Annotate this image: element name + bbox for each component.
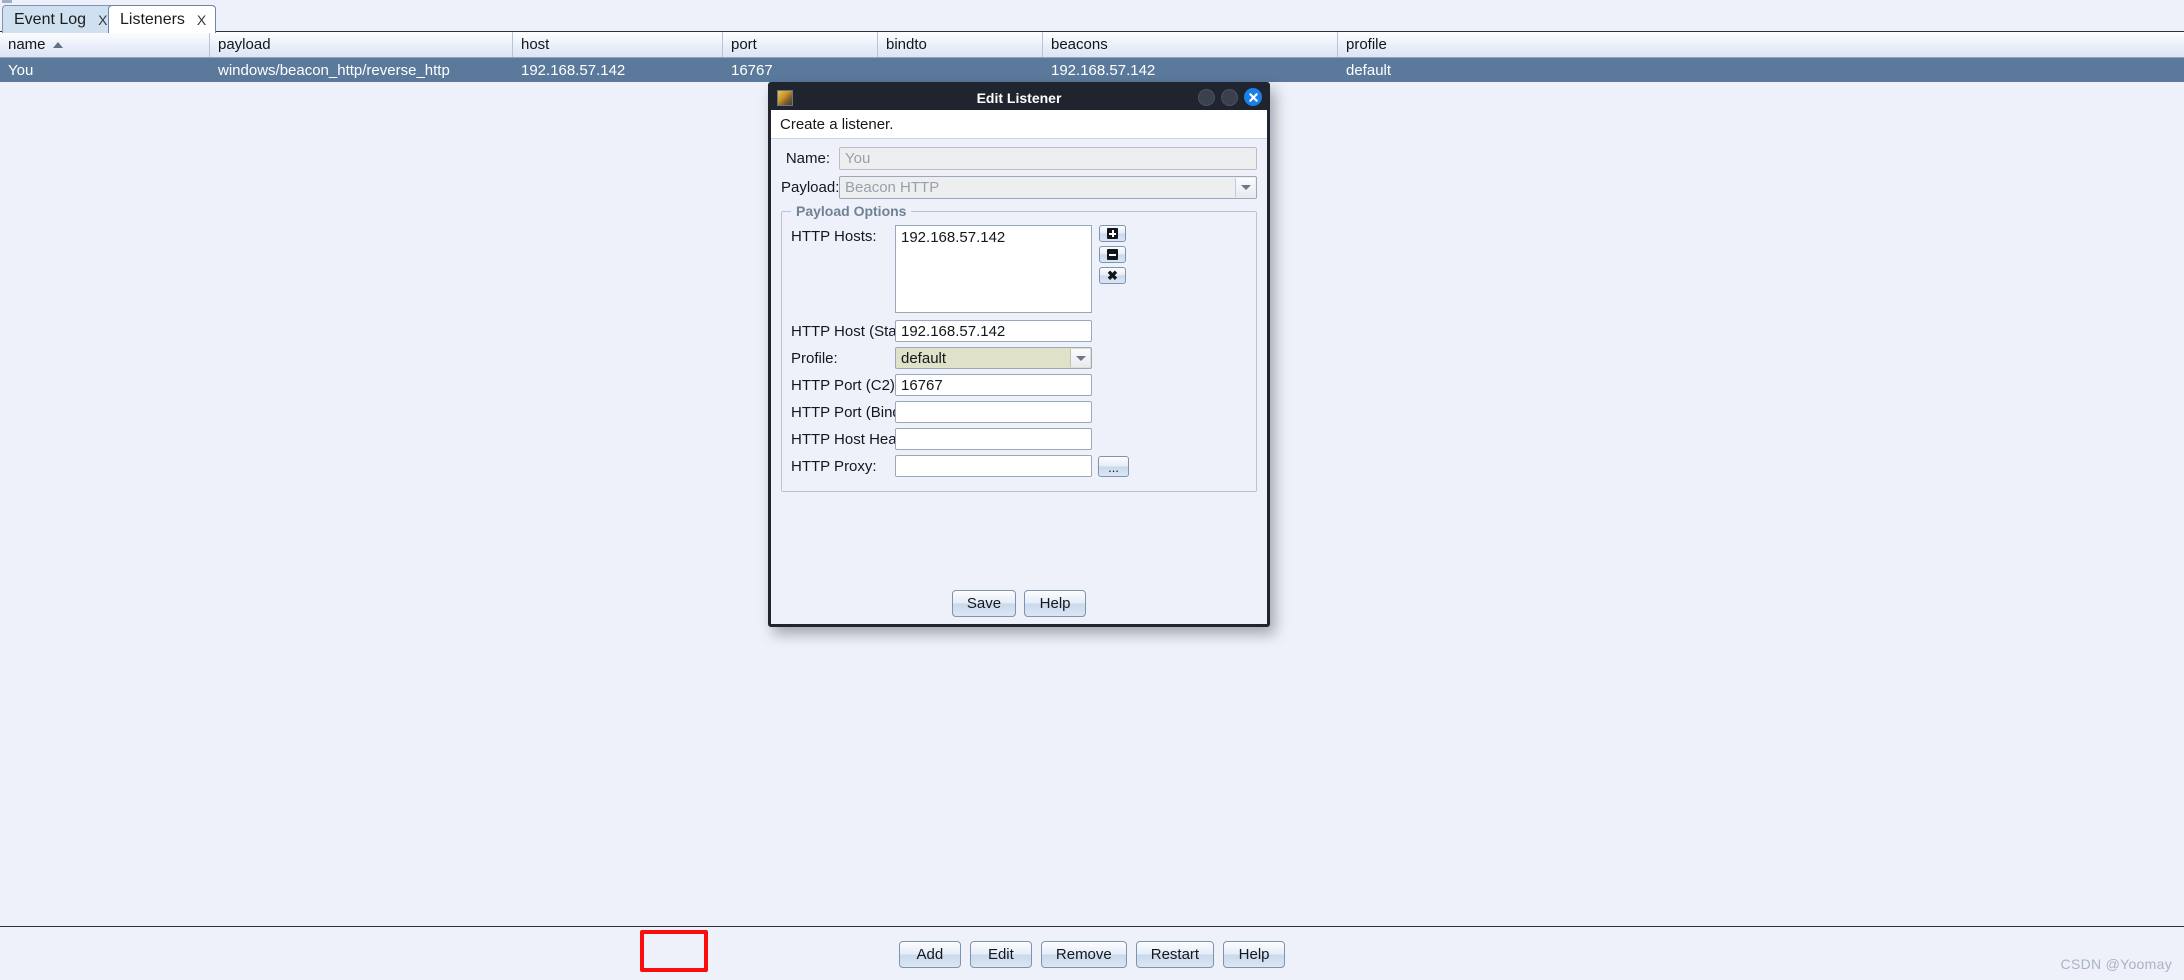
column-header-bindto-label: bindto xyxy=(886,36,927,53)
tab-listeners-close-icon[interactable]: X xyxy=(197,13,206,27)
dialog-title: Edit Listener xyxy=(976,89,1062,106)
http-host-header-label: HTTP Host Header: xyxy=(791,430,923,448)
clear-hosts-button[interactable]: ✖ xyxy=(1099,267,1126,284)
payload-field-row: Payload: Beacon HTTP xyxy=(781,176,1257,199)
watermark: CSDN @Yoomay xyxy=(2060,956,2172,972)
payload-label: Payload: xyxy=(781,179,840,196)
http-port-c2-row: HTTP Port (C2): xyxy=(791,374,1247,396)
column-header-payload[interactable]: payload xyxy=(210,32,513,57)
tab-strip: Event Log X Listeners X xyxy=(0,3,2184,33)
dialog-banner: Create a listener. xyxy=(771,110,1267,139)
http-port-c2-label: HTTP Port (C2): xyxy=(791,376,900,394)
remove-host-button[interactable] xyxy=(1099,246,1126,263)
dialog-titlebar[interactable]: Edit Listener xyxy=(771,85,1267,110)
http-port-c2-input[interactable] xyxy=(895,374,1092,396)
sort-ascending-icon xyxy=(52,41,63,48)
column-header-name[interactable]: name xyxy=(0,32,210,57)
chevron-down-icon xyxy=(1070,349,1090,367)
http-hosts-label: HTTP Hosts: xyxy=(791,228,877,245)
application-window: '''' Event Log X Listeners X name payloa… xyxy=(0,0,2184,980)
dialog-help-button[interactable]: Help xyxy=(1024,589,1087,617)
http-host-header-row: HTTP Host Header: xyxy=(791,428,1247,450)
tab-event-log-close-icon[interactable]: X xyxy=(98,13,107,27)
cell-profile: default xyxy=(1346,61,1392,79)
profile-select-value: default xyxy=(901,349,947,367)
payload-options-title: Payload Options xyxy=(791,203,912,219)
column-header-bindto[interactable]: bindto xyxy=(878,32,1043,57)
close-icon[interactable] xyxy=(1244,88,1262,106)
table-row[interactable]: You windows/beacon_http/reverse_http 192… xyxy=(0,58,2184,82)
cell-name: You xyxy=(8,61,34,79)
http-proxy-browse-button[interactable]: ... xyxy=(1098,455,1129,477)
minimize-icon[interactable] xyxy=(1198,88,1215,106)
profile-label: Profile: xyxy=(791,349,838,367)
restart-button[interactable]: Restart xyxy=(1135,940,1215,968)
name-label: Name: xyxy=(785,150,830,167)
add-button[interactable]: Add xyxy=(898,940,961,968)
payload-options-group: Payload Options HTTP Hosts: ✖ HTTP Host … xyxy=(781,203,1257,492)
tab-listeners-label: Listeners xyxy=(120,10,185,28)
maximize-icon[interactable] xyxy=(1221,88,1238,106)
edit-listener-dialog: Edit Listener Create a listener. Name: P… xyxy=(768,82,1270,627)
http-host-stager-row: HTTP Host (Stager): xyxy=(791,320,1247,342)
dialog-footer: Save Help xyxy=(771,582,1267,624)
http-proxy-input[interactable] xyxy=(895,455,1092,477)
http-port-bind-row: HTTP Port (Bind): xyxy=(791,401,1247,423)
http-hosts-textarea[interactable] xyxy=(895,225,1092,313)
http-proxy-row: HTTP Proxy: ... xyxy=(791,455,1247,477)
payload-select[interactable]: Beacon HTTP xyxy=(839,176,1257,199)
edit-button[interactable]: Edit xyxy=(969,940,1032,968)
window-controls xyxy=(1198,88,1262,106)
column-header-host[interactable]: host xyxy=(513,32,723,57)
column-header-host-label: host xyxy=(521,36,550,53)
cell-host: 192.168.57.142 xyxy=(521,61,626,79)
tab-event-log[interactable]: Event Log X xyxy=(2,5,118,33)
cell-payload: windows/beacon_http/reverse_http xyxy=(218,61,450,79)
payload-select-value: Beacon HTTP xyxy=(845,179,940,196)
cobaltstrike-icon xyxy=(777,89,793,106)
column-header-beacons[interactable]: beacons xyxy=(1043,32,1338,57)
column-header-port-label: port xyxy=(731,36,757,53)
column-header-profile[interactable]: profile xyxy=(1338,32,2184,57)
tab-event-log-label: Event Log xyxy=(14,10,87,28)
tab-listeners[interactable]: Listeners X xyxy=(108,5,217,33)
remove-button[interactable]: Remove xyxy=(1040,940,1127,968)
name-input[interactable] xyxy=(839,147,1257,170)
add-host-button[interactable] xyxy=(1099,225,1126,242)
column-header-name-label: name xyxy=(8,36,46,53)
help-button[interactable]: Help xyxy=(1223,940,1286,968)
column-header-profile-label: profile xyxy=(1346,36,1387,53)
cell-port: 16767 xyxy=(731,61,773,79)
http-host-header-input[interactable] xyxy=(895,428,1092,450)
http-port-bind-label: HTTP Port (Bind): xyxy=(791,403,910,421)
http-host-stager-label: HTTP Host (Stager): xyxy=(791,322,928,340)
name-field-row: Name: xyxy=(781,147,1257,170)
column-header-beacons-label: beacons xyxy=(1051,36,1108,53)
http-hosts-buttons: ✖ xyxy=(1099,225,1126,284)
profile-select[interactable]: default xyxy=(895,347,1092,369)
dialog-body: Name: Payload: Beacon HTTP Payload Optio… xyxy=(771,139,1267,582)
cell-bindto xyxy=(878,58,1043,82)
column-header-payload-label: payload xyxy=(218,36,271,53)
column-header-port[interactable]: port xyxy=(723,32,878,57)
http-host-stager-input[interactable] xyxy=(895,320,1092,342)
table-header-row: name payload host port bindto beacons pr… xyxy=(0,32,2184,58)
http-hosts-row: HTTP Hosts: ✖ xyxy=(791,225,1247,313)
cell-beacons: 192.168.57.142 xyxy=(1051,61,1156,79)
save-button[interactable]: Save xyxy=(951,589,1017,617)
profile-row: Profile: default xyxy=(791,347,1247,369)
chevron-down-icon xyxy=(1235,178,1255,197)
http-port-bind-input[interactable] xyxy=(895,401,1092,423)
bottom-toolbar: Add Edit Remove Restart Help xyxy=(0,927,2184,980)
http-proxy-label: HTTP Proxy: xyxy=(791,457,877,475)
